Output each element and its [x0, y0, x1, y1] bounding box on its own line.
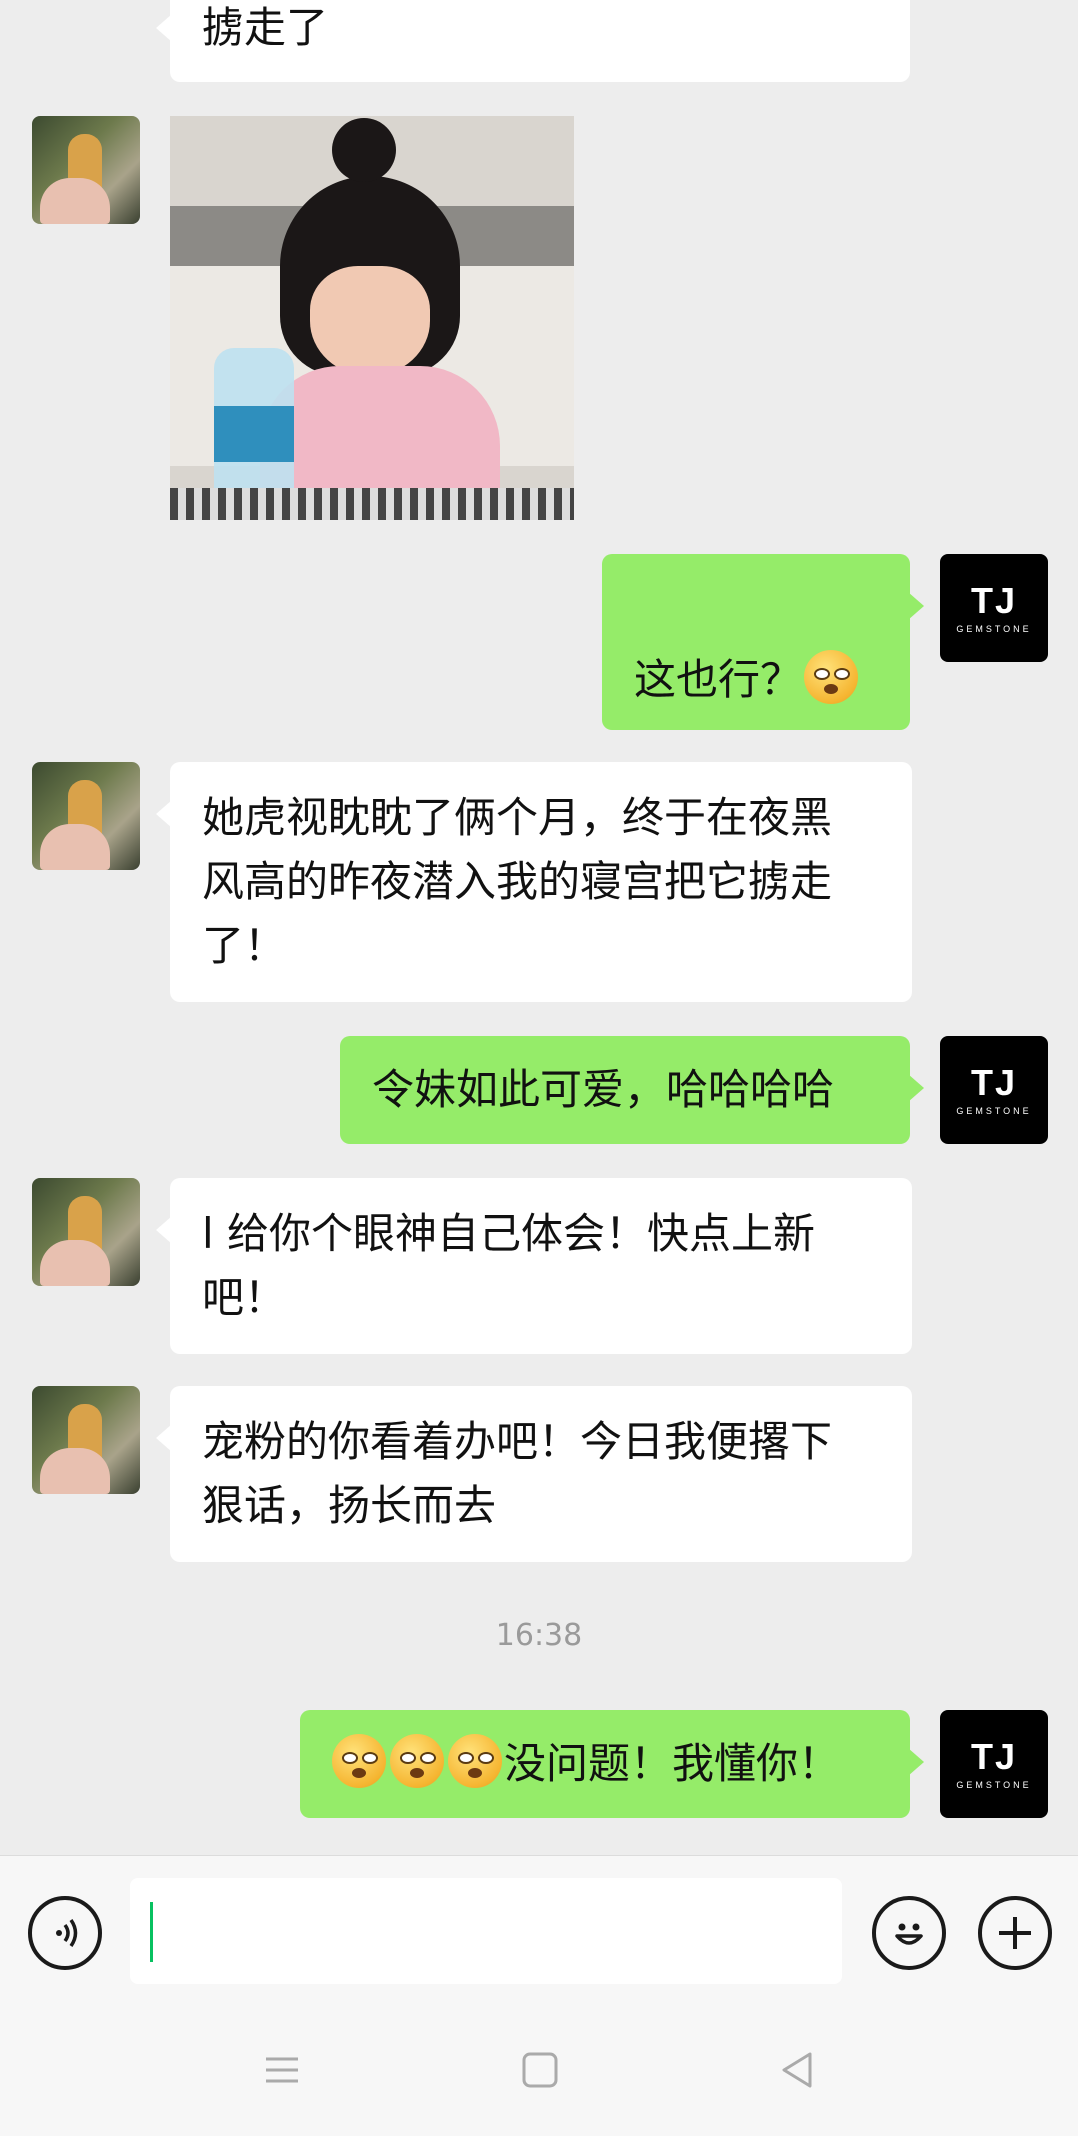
self-avatar[interactable]: TJ GEMSTONE — [940, 1036, 1048, 1144]
message-text: 令妹如此可爱，哈哈哈哈 — [372, 1065, 835, 1114]
plus-icon — [999, 1917, 1031, 1949]
message-bubble-outgoing[interactable]: 没问题！我懂你！ — [300, 1710, 924, 1818]
message-bubble-outgoing[interactable]: 这也行？ — [602, 554, 924, 730]
message-text: 掳走了 — [202, 3, 329, 52]
message-line: 她虎视眈眈了俩个月，终于在夜黑 — [202, 793, 833, 842]
voice-icon — [56, 1919, 78, 1947]
message-line: 狠话，扬长而去 — [202, 1481, 497, 1530]
message-line: l 给你个眼神自己体会！快点上新 — [202, 1209, 816, 1258]
self-avatar[interactable]: TJ GEMSTONE — [940, 1710, 1048, 1818]
text-cursor — [150, 1902, 153, 1962]
avatar-logo: TJ — [970, 1736, 1017, 1777]
menu-icon — [266, 2057, 298, 2083]
avatar-logo-sub: GEMSTONE — [956, 624, 1032, 634]
message-bubble-incoming[interactable]: l 给你个眼神自己体会！快点上新 吧！ — [156, 1178, 912, 1354]
message-line: 风高的昨夜潜入我的寝宫把它掳走 — [202, 857, 833, 906]
contact-avatar[interactable] — [32, 116, 140, 224]
input-bar — [0, 1855, 1078, 2006]
menu-button[interactable] — [252, 2045, 312, 2095]
timestamp: 16:38 — [495, 1618, 583, 1653]
avatar-logo: TJ — [970, 1062, 1017, 1103]
message-bubble-incoming[interactable]: 她虎视眈眈了俩个月，终于在夜黑 风高的昨夜潜入我的寝宫把它掳走 了！ — [156, 762, 912, 1002]
message-image[interactable] — [170, 116, 574, 520]
back-button[interactable] — [768, 2045, 828, 2095]
system-nav-bar — [0, 2005, 1078, 2136]
message-line: 了！ — [202, 921, 287, 970]
home-button[interactable] — [510, 2045, 570, 2095]
message-bubble-incoming[interactable]: 宠粉的你看着办吧！今日我便撂下 狠话，扬长而去 — [156, 1386, 912, 1562]
message-bubble-outgoing[interactable]: 令妹如此可爱，哈哈哈哈 — [340, 1036, 924, 1144]
message-line: 吧！ — [202, 1273, 287, 1322]
contact-avatar[interactable] — [32, 1178, 140, 1286]
home-icon — [522, 2052, 558, 2088]
voice-button[interactable] — [28, 1896, 102, 1970]
avatar-logo: TJ — [970, 580, 1017, 621]
smirk-emoji-icon — [332, 1734, 386, 1788]
emoji-icon — [895, 1923, 923, 1945]
avatar-logo-sub: GEMSTONE — [956, 1780, 1032, 1790]
smirk-emoji-icon — [390, 1734, 444, 1788]
back-icon — [782, 2052, 812, 2088]
message-text: 没问题！我懂你！ — [504, 1739, 841, 1788]
shocked-emoji-icon — [804, 650, 859, 704]
chat-area: 掳走了 TJ GEMSTONE 这也行？ 她虎视眈眈了俩个月，终于在夜黑 风高的… — [0, 0, 1078, 1855]
message-line: 宠粉的你看着办吧！今日我便撂下 — [202, 1417, 833, 1466]
message-text: 这也行？ — [634, 655, 803, 704]
contact-avatar[interactable] — [32, 762, 140, 870]
message-input[interactable] — [130, 1878, 842, 1984]
self-avatar[interactable]: TJ GEMSTONE — [940, 554, 1048, 662]
smirk-emoji-icon — [448, 1734, 502, 1788]
contact-avatar[interactable] — [32, 1386, 140, 1494]
emoji-button[interactable] — [872, 1896, 946, 1970]
more-button[interactable] — [978, 1896, 1052, 1970]
avatar-logo-sub: GEMSTONE — [956, 1106, 1032, 1116]
message-bubble-incoming[interactable]: 掳走了 — [156, 0, 910, 82]
